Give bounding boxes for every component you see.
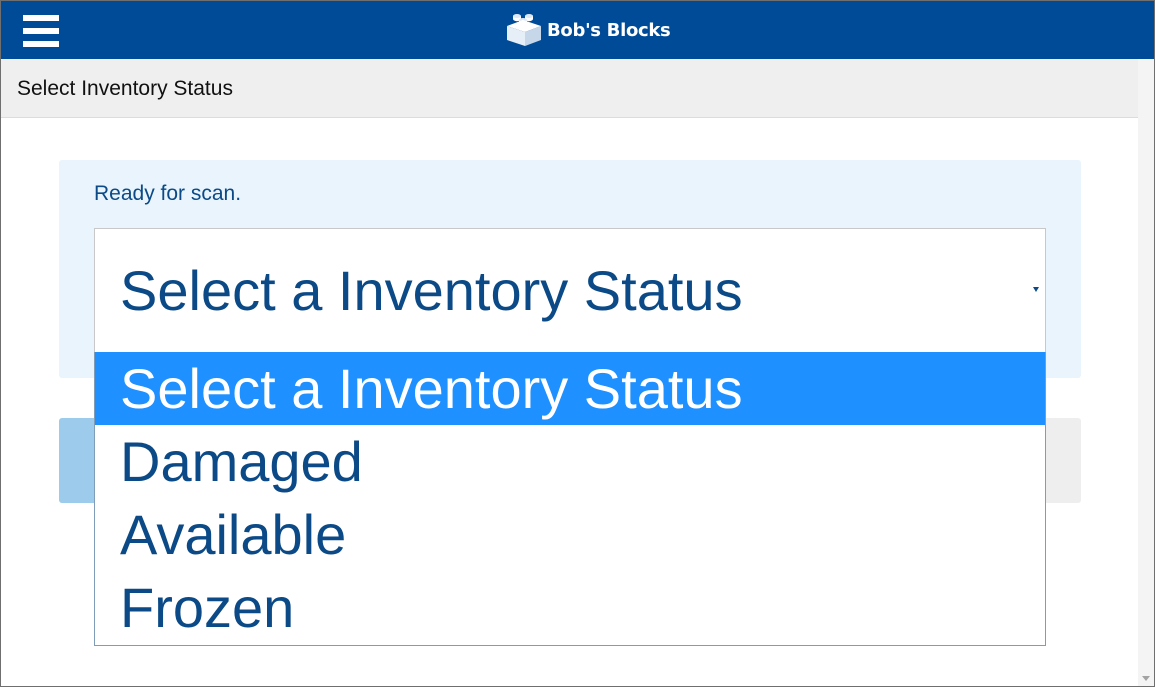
select-current-value: Select a Inventory Status [120,259,743,322]
inventory-status-options: Select a Inventory Status Damaged Availa… [94,352,1046,646]
inventory-status-select[interactable]: Select a Inventory Status [94,228,1046,353]
hamburger-menu-icon[interactable] [23,15,59,48]
secondary-action-button[interactable] [1046,418,1081,503]
primary-action-button[interactable] [59,418,95,503]
scan-status-text: Ready for scan. [94,182,242,205]
page-title: Select Inventory Status [17,77,233,100]
page-header: Select Inventory Status [1,59,1138,118]
brand-logo: Bob's Blocks [505,13,671,47]
option-available[interactable]: Available [95,498,1045,571]
scroll-down-arrow-icon[interactable] [1142,676,1150,681]
option-frozen[interactable]: Frozen [95,571,1045,644]
vertical-scrollbar[interactable] [1138,59,1154,686]
dropdown-arrow-icon [1033,287,1039,292]
option-damaged[interactable]: Damaged [95,425,1045,498]
brand-name: Bob's Blocks [547,19,671,41]
top-navigation-bar: Bob's Blocks [1,1,1154,59]
lego-brick-icon [507,14,541,46]
option-select-a-inventory-status[interactable]: Select a Inventory Status [95,352,1045,425]
app-window: Bob's Blocks Select Inventory Status Rea… [0,0,1155,687]
